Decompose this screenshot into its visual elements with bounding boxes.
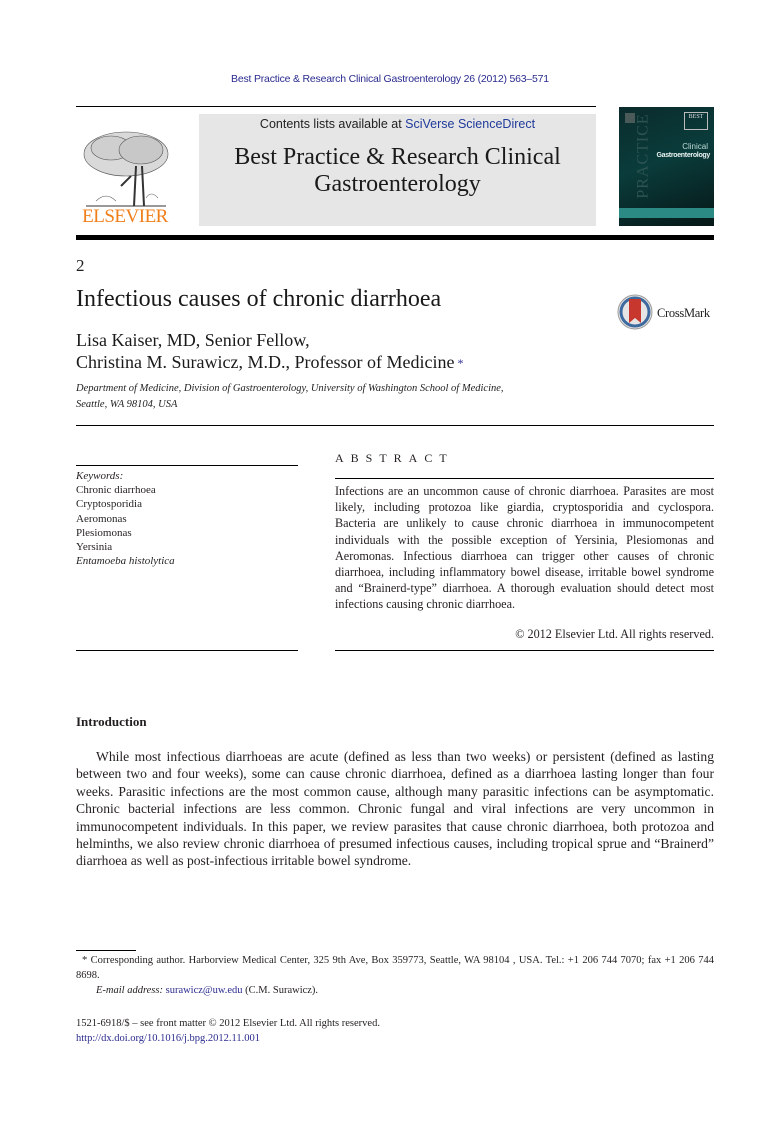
journal-title: Best Practice & Research Clinical Gastro… bbox=[199, 144, 596, 198]
cover-title-line1: Clinical bbox=[682, 142, 708, 151]
email-link[interactable]: surawicz@uw.edu bbox=[166, 985, 243, 996]
section-heading-introduction: Introduction bbox=[76, 714, 147, 729]
cover-title-line2: Gastroenterology bbox=[656, 152, 710, 159]
cover-side-text: PRACTICE bbox=[634, 113, 652, 199]
journal-title-line1: Best Practice & Research Clinical bbox=[234, 144, 561, 170]
crossmark-label[interactable]: CrossMark bbox=[657, 306, 710, 321]
journal-reference[interactable]: Best Practice & Research Clinical Gastro… bbox=[0, 73, 780, 85]
affiliation: Department of Medicine, Division of Gast… bbox=[76, 381, 504, 413]
issn-line: 1521-6918/$ – see front matter © 2012 El… bbox=[76, 1018, 380, 1029]
keyword-item: Chronic diarrhoea bbox=[76, 484, 156, 497]
author-1: Lisa Kaiser, MD, Senior Fellow, bbox=[76, 330, 310, 350]
abstract-copyright: © 2012 Elsevier Ltd. All rights reserved… bbox=[515, 627, 714, 641]
author-2: Christina M. Surawicz, M.D., Professor o… bbox=[76, 351, 463, 373]
email-label: E-mail address: bbox=[96, 985, 163, 996]
contents-availability: Contents lists available at SciVerse Sci… bbox=[199, 117, 596, 131]
article-number: 2 bbox=[76, 256, 85, 275]
keyword-item: Plesiomonas bbox=[76, 526, 132, 539]
keyword-item: Yersinia bbox=[76, 541, 113, 554]
keywords-block: Keywords: Chronic diarrhoea Cryptosporid… bbox=[76, 469, 175, 568]
corresponding-author-footnote: * Corresponding author. Harborview Medic… bbox=[76, 955, 714, 981]
introduction-paragraph: While most infectious diarrhoeas are acu… bbox=[76, 749, 714, 869]
affiliation-line1: Department of Medicine, Division of Gast… bbox=[76, 383, 504, 394]
author-2-name: Christina M. Surawicz, M.D., Professor o… bbox=[76, 352, 455, 372]
journal-cover-image[interactable]: BEST PRACTICE Clinical Gastroenterology bbox=[619, 107, 714, 226]
cover-series-badge: BEST bbox=[684, 112, 708, 130]
doi-link[interactable]: http://dx.doi.org/10.1016/j.bpg.2012.11.… bbox=[76, 1031, 380, 1046]
keywords-top-rule bbox=[76, 465, 298, 466]
abstract-top-rule bbox=[335, 478, 714, 479]
affiliation-line2: Seattle, WA 98104, USA bbox=[76, 399, 178, 410]
footnote-rule bbox=[76, 950, 136, 951]
journal-masthead: Contents lists available at SciVerse Sci… bbox=[199, 114, 596, 226]
keyword-item: Aeromonas bbox=[76, 512, 127, 525]
keyword-item: Cryptosporidia bbox=[76, 498, 142, 511]
cover-publisher-icon bbox=[625, 113, 635, 123]
header-thick-rule bbox=[76, 235, 714, 240]
article-info-rule bbox=[76, 425, 714, 426]
keywords-bottom-rule bbox=[76, 650, 298, 651]
contents-prefix: Contents lists available at bbox=[259, 117, 406, 131]
author-list: Lisa Kaiser, MD, Senior Fellow, Christin… bbox=[76, 329, 463, 373]
issn-block: 1521-6918/$ – see front matter © 2012 El… bbox=[76, 1016, 380, 1046]
keyword-item: Entamoeba histolytica bbox=[76, 555, 175, 568]
cover-band bbox=[619, 208, 714, 218]
article-title: Infectious causes of chronic diarrhoea bbox=[76, 286, 442, 312]
elsevier-wordmark: ELSEVIER bbox=[82, 206, 168, 227]
abstract-heading: ABSTRACT bbox=[335, 451, 454, 465]
abstract-text: Infections are an uncommon cause of chro… bbox=[335, 484, 714, 612]
sciencedirect-link[interactable]: SciVerse ScienceDirect bbox=[405, 117, 535, 131]
keywords-label: Keywords: bbox=[76, 470, 124, 482]
journal-title-line2: Gastroenterology bbox=[314, 171, 481, 197]
email-footnote: E-mail address: surawicz@uw.edu (C.M. Su… bbox=[96, 985, 318, 996]
header-rule bbox=[76, 106, 596, 107]
email-suffix: (C.M. Surawicz). bbox=[242, 985, 319, 996]
corresponding-author-link[interactable]: * bbox=[457, 356, 463, 370]
abstract-bottom-rule bbox=[335, 650, 714, 651]
